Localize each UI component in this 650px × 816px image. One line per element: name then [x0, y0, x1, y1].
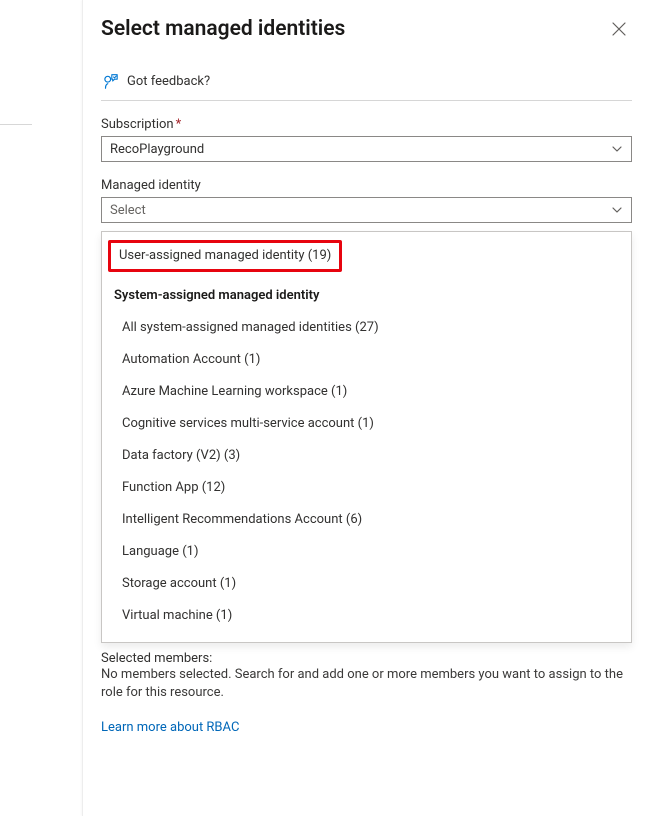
left-gutter: [0, 0, 82, 816]
managed-identity-placeholder: Select: [110, 203, 146, 218]
dropdown-suboption[interactable]: Language (1): [102, 536, 631, 568]
dropdown-suboption[interactable]: Function App (12): [102, 472, 631, 504]
dropdown-suboption[interactable]: Cognitive services multi-service account…: [102, 408, 631, 440]
managed-identity-dropdown: User-assigned managed identity (19) Syst…: [101, 231, 632, 643]
panel-title: Select managed identities: [101, 17, 345, 41]
dropdown-suboption[interactable]: Intelligent Recommendations Account (6): [102, 504, 631, 536]
close-icon: [612, 22, 626, 36]
subscription-select[interactable]: RecoPlayground: [101, 136, 632, 162]
dropdown-suboption[interactable]: Virtual machine (1): [102, 600, 631, 632]
side-panel: Select managed identities Got feedback?: [82, 0, 650, 816]
subscription-value: RecoPlayground: [110, 142, 204, 157]
dropdown-suboption[interactable]: All system-assigned managed identities (…: [102, 312, 631, 344]
selected-members-block: Selected members: No members selected. S…: [101, 651, 632, 702]
chevron-down-icon: [611, 143, 623, 155]
subscription-label: Subscription*: [101, 117, 632, 132]
dropdown-suboption[interactable]: Storage account (1): [102, 568, 631, 600]
managed-identity-field: Managed identity Select User-assigned ma…: [101, 178, 632, 643]
chevron-down-icon: [611, 204, 623, 216]
dropdown-header-system-assigned: System-assigned managed identity: [102, 280, 631, 312]
managed-identity-label: Managed identity: [101, 178, 632, 193]
dropdown-option-user-assigned[interactable]: User-assigned managed identity (19): [108, 240, 342, 272]
learn-more-link[interactable]: Learn more about RBAC: [101, 720, 239, 735]
required-indicator: *: [176, 117, 182, 132]
feedback-label: Got feedback?: [127, 74, 210, 89]
dropdown-suboption[interactable]: Automation Account (1): [102, 344, 631, 376]
selected-members-message: No members selected. Search for and add …: [101, 666, 632, 702]
selected-members-title: Selected members:: [101, 651, 632, 666]
feedback-icon: [101, 72, 119, 90]
dropdown-suboption[interactable]: Azure Machine Learning workspace (1): [102, 376, 631, 408]
feedback-link[interactable]: Got feedback?: [101, 72, 632, 101]
panel-header: Select managed identities: [101, 16, 632, 42]
managed-identity-select[interactable]: Select: [101, 197, 632, 223]
close-button[interactable]: [606, 16, 632, 42]
subscription-field: Subscription* RecoPlayground: [101, 117, 632, 162]
dropdown-suboption[interactable]: Data factory (V2) (3): [102, 440, 631, 472]
